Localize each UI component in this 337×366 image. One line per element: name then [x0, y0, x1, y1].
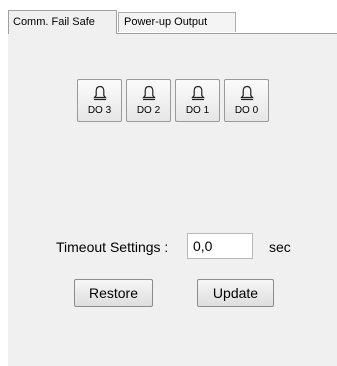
do-0-button[interactable]: DO 0 [224, 79, 269, 122]
do-3-label: DO 3 [87, 105, 112, 116]
digital-output-group: DO 3 DO 2 DO 1 DO 0 [77, 79, 277, 124]
do-0-label: DO 0 [234, 105, 259, 116]
bell-icon [240, 85, 254, 101]
do-1-label: DO 1 [185, 105, 210, 116]
bell-icon [93, 85, 107, 101]
bell-icon [142, 85, 156, 101]
restore-button[interactable]: Restore [74, 279, 153, 307]
do-3-button[interactable]: DO 3 [77, 79, 122, 122]
do-2-label: DO 2 [136, 105, 161, 116]
timeout-settings-label: Timeout Settings : [56, 239, 169, 255]
tab-power-up-output[interactable]: Power-up Output [118, 12, 236, 32]
update-button[interactable]: Update [197, 279, 274, 307]
do-2-button[interactable]: DO 2 [126, 79, 171, 122]
tab-comm-fail-safe[interactable]: Comm. Fail Safe [8, 10, 117, 34]
do-1-button[interactable]: DO 1 [175, 79, 220, 122]
bell-icon [191, 85, 205, 101]
timeout-input[interactable] [187, 233, 253, 259]
tab-strip: Comm. Fail Safe Power-up Output [0, 0, 337, 34]
timeout-unit-label: sec [269, 239, 291, 255]
